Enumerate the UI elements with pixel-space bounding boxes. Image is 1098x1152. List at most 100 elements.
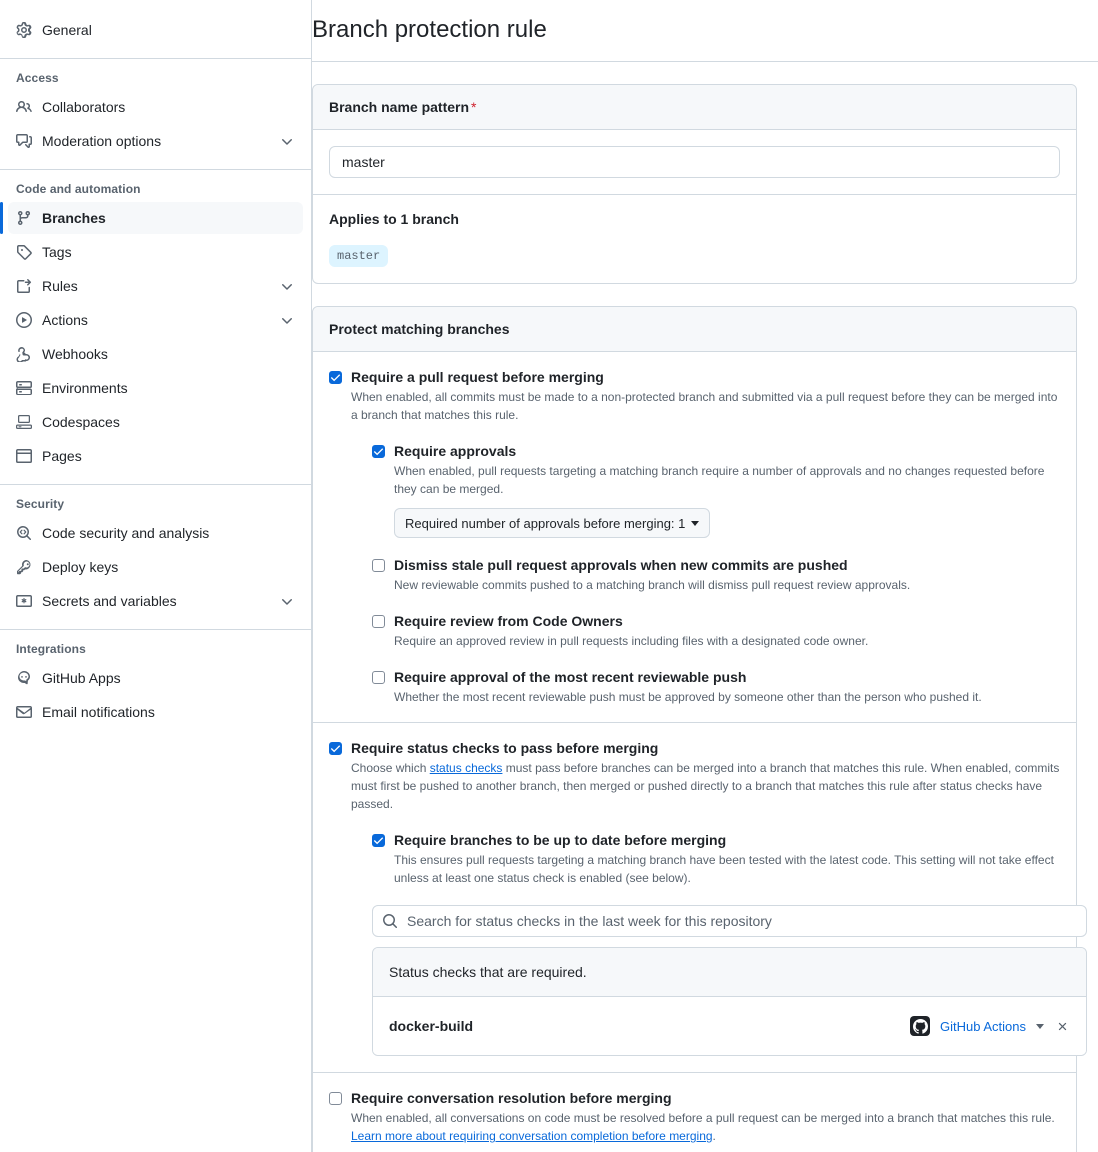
option-require-status-checks[interactable]: Require status checks to pass before mer… [329,739,1087,1057]
option-dismiss-stale-approvals[interactable]: Dismiss stale pull request approvals whe… [372,556,1060,594]
play-icon [16,312,32,328]
sidebar-item-environments[interactable]: Environments [8,372,303,404]
desc-require-last-push-approval: Whether the most recent reviewable push … [394,690,982,705]
sidebar-divider [0,484,311,485]
pull-request-sub-options: Require approvals When enabled, pull req… [351,442,1060,706]
checkbox-require-conversation-resolution[interactable] [329,1092,342,1106]
sidebar-item-deploy-keys[interactable]: Deploy keys [8,551,303,583]
desc-require-approvals: When enabled, pull requests targeting a … [394,464,1045,497]
approvals-count-select[interactable]: Required number of approvals before merg… [394,508,711,539]
status-checks-sub-options: Require branches to be up to date before… [351,831,1087,887]
checkbox-require-up-to-date[interactable] [372,834,385,848]
sidebar-item-actions[interactable]: Actions [8,304,303,336]
branch-name-pattern-card: Branch name pattern* Applies to 1 branch… [312,84,1077,285]
label-require-approvals: Require approvals [394,443,517,460]
checkbox-dismiss-stale-approvals[interactable] [372,559,385,573]
status-checks-link[interactable]: status checks [430,761,503,775]
applies-to-row: Applies to 1 branch master [313,195,1076,283]
branch-name-pattern-input-row [313,130,1076,196]
chevron-down-icon[interactable] [279,278,295,294]
label-require-last-push-approval: Require approval of the most recent revi… [394,669,747,686]
chevron-down-icon[interactable] [279,312,295,328]
checkbox-require-code-owners[interactable] [372,615,385,629]
option-require-code-owners[interactable]: Require review from Code Owners Require … [372,612,1060,650]
sidebar-item-general[interactable]: General [8,14,303,46]
browser-icon [16,448,32,464]
desc-require-code-owners: Require an approved review in pull reque… [394,634,869,649]
sidebar-item-codespaces[interactable]: Codespaces [8,406,303,438]
required-marker: * [471,99,477,116]
github-mark-icon [910,1016,930,1037]
desc-require-up-to-date: This ensures pull requests targeting a m… [394,853,1054,886]
checkbox-require-last-push-approval[interactable] [372,671,385,685]
status-checks-search-input[interactable] [372,905,1087,938]
sidebar-divider [0,169,311,170]
sidebar-item-label: Webhooks [42,346,108,362]
sidebar-item-github-apps[interactable]: GitHub Apps [8,662,303,694]
chevron-down-icon[interactable] [279,593,295,609]
sidebar-group: Code and automation Branches Tags Rules Acti… [0,182,311,472]
sidebar-group: General [0,0,311,46]
required-status-checks-box: Status checks that are required. docker-… [372,947,1087,1057]
sidebar-item-label: Code security and analysis [42,525,210,541]
option-require-approvals[interactable]: Require approvals When enabled, pull req… [372,442,1060,539]
sidebar-group-title: Integrations [16,642,86,656]
sidebar-item-secrets-and-variables[interactable]: Secrets and variables [8,585,303,617]
sidebar-item-email-notifications[interactable]: Email notifications [8,696,303,728]
comment-discussion-icon [16,133,32,149]
branch-name-pattern-input[interactable] [329,146,1060,179]
desc-require-status-checks: Choose which status checks must pass bef… [351,759,1061,813]
status-check-row: docker-build GitHub Actions [373,997,1086,1056]
webhook-icon [16,346,32,362]
sidebar-item-pages[interactable]: Pages [8,440,303,472]
codescan-icon [16,525,32,541]
sidebar-item-branches[interactable]: Branches [0,202,303,234]
sidebar-item-label: Actions [42,312,88,328]
checkbox-require-status-checks[interactable] [329,742,342,756]
sidebar-item-moderation-options[interactable]: Moderation options [8,125,303,157]
sidebar-group: Access Collaborators Moderation options [0,71,311,157]
chevron-down-icon[interactable] [1036,1023,1044,1029]
option-require-pull-request[interactable]: Require a pull request before merging Wh… [329,368,1060,706]
status-check-app-name: GitHub Actions [940,1018,1026,1034]
chevron-down-icon[interactable] [279,133,295,149]
remove-status-check-button[interactable] [1054,1018,1070,1034]
settings-page: General Access Collaborators Moderation opt… [0,0,1098,1152]
search-icon [382,913,398,929]
rules-icon [16,278,32,294]
protect-matching-branches-card: Protect matching branches Require a pull… [312,306,1087,1152]
label-require-code-owners: Require review from Code Owners [394,613,623,630]
checkbox-require-pull-request[interactable] [329,371,342,385]
sidebar-item-label: Email notifications [42,704,155,720]
main-content: Branch protection rule Branch name patte… [312,0,1098,1152]
sidebar-item-label: Pages [42,448,82,464]
sidebar-item-label: General [42,22,92,38]
sidebar-item-label: Environments [42,380,128,396]
checkbox-require-approvals[interactable] [372,445,385,459]
sidebar-item-rules[interactable]: Rules [8,270,303,302]
conversation-resolution-learn-more-link[interactable]: Learn more about requiring conversation … [351,1129,713,1143]
chevron-down-icon [691,520,700,526]
sidebar-item-label: GitHub Apps [42,670,121,686]
sidebar-divider [0,58,311,59]
branch-name-pattern-label: Branch name pattern [329,99,470,116]
sidebar-group-title: Security [16,497,65,511]
tag-icon [16,244,32,260]
option-require-conversation-resolution[interactable]: Require conversation resolution before m… [329,1089,1060,1145]
sidebar-item-label: Deploy keys [42,559,119,575]
label-require-status-checks: Require status checks to pass before mer… [351,740,659,757]
sidebar-item-label: Secrets and variables [42,593,177,609]
sidebar-item-webhooks[interactable]: Webhooks [8,338,303,370]
page-title: Branch protection rule [312,16,547,43]
option-require-last-push-approval[interactable]: Require approval of the most recent revi… [372,668,1060,706]
sidebar-item-tags[interactable]: Tags [8,236,303,268]
sidebar-item-code-security-and-analysis[interactable]: Code security and analysis [8,517,303,549]
label-require-up-to-date: Require branches to be up to date before… [394,832,727,849]
mail-icon [16,704,32,720]
option-require-up-to-date[interactable]: Require branches to be up to date before… [372,831,1087,887]
server-icon [16,380,32,396]
label-dismiss-stale-approvals: Dismiss stale pull request approvals whe… [394,557,848,574]
status-checks-search-field [372,905,1087,938]
desc-dismiss-stale-approvals: New reviewable commits pushed to a match… [394,578,911,593]
sidebar-item-collaborators[interactable]: Collaborators [8,91,303,123]
